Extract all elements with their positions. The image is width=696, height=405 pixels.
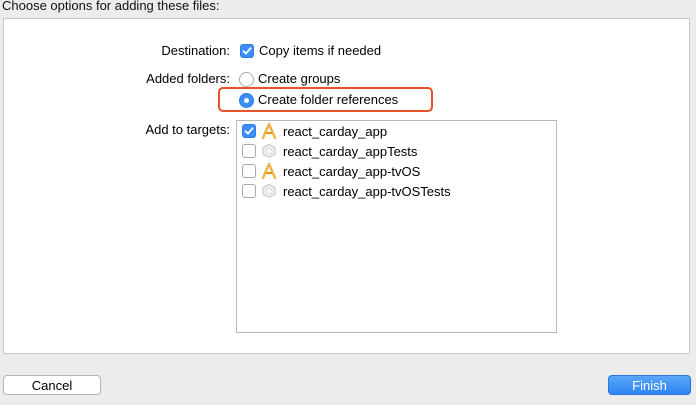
added-folders-label: Added folders:: [146, 71, 230, 86]
target-name: react_carday_app-tvOSTests: [283, 183, 451, 199]
target-checkbox[interactable]: [242, 144, 256, 158]
targets-list[interactable]: react_carday_app react_carday_appTests r…: [236, 120, 557, 333]
target-name: react_carday_app-tvOS: [283, 163, 421, 179]
target-row-react_carday_app[interactable]: react_carday_app: [242, 122, 387, 140]
target-row-react_carday_app-tvOSTests[interactable]: react_carday_app-tvOSTests: [242, 182, 451, 200]
add-to-targets-label: Add to targets:: [145, 122, 230, 137]
dialog-header: Choose options for adding these files:: [2, 0, 220, 13]
app-icon: [261, 123, 277, 139]
copy-items-row[interactable]: Copy items if needed: [240, 43, 381, 59]
create-groups-option[interactable]: Create groups: [239, 71, 340, 87]
destination-label: Destination:: [161, 43, 230, 58]
create-groups-label: Create groups: [258, 71, 341, 86]
highlight-annotation: [218, 87, 433, 112]
checkmark-icon: [242, 47, 252, 55]
copy-items-checkbox[interactable]: [240, 44, 254, 58]
target-row-react_carday_app-tvOS[interactable]: react_carday_app-tvOS: [242, 162, 420, 180]
cancel-button[interactable]: Cancel: [3, 375, 101, 395]
target-checkbox[interactable]: [242, 164, 256, 178]
test-bundle-icon: [261, 143, 277, 159]
copy-items-label: Copy items if needed: [259, 43, 382, 58]
checkmark-icon: [244, 127, 254, 135]
target-name: react_carday_app: [283, 123, 388, 139]
create-groups-radio[interactable]: [239, 71, 254, 87]
finish-button[interactable]: Finish: [608, 375, 691, 395]
target-checkbox[interactable]: [242, 124, 256, 138]
test-bundle-icon: [261, 183, 277, 199]
target-checkbox[interactable]: [242, 184, 256, 198]
target-row-react_carday_appTests[interactable]: react_carday_appTests: [242, 142, 417, 160]
target-name: react_carday_appTests: [283, 143, 418, 159]
app-icon: [261, 163, 277, 179]
